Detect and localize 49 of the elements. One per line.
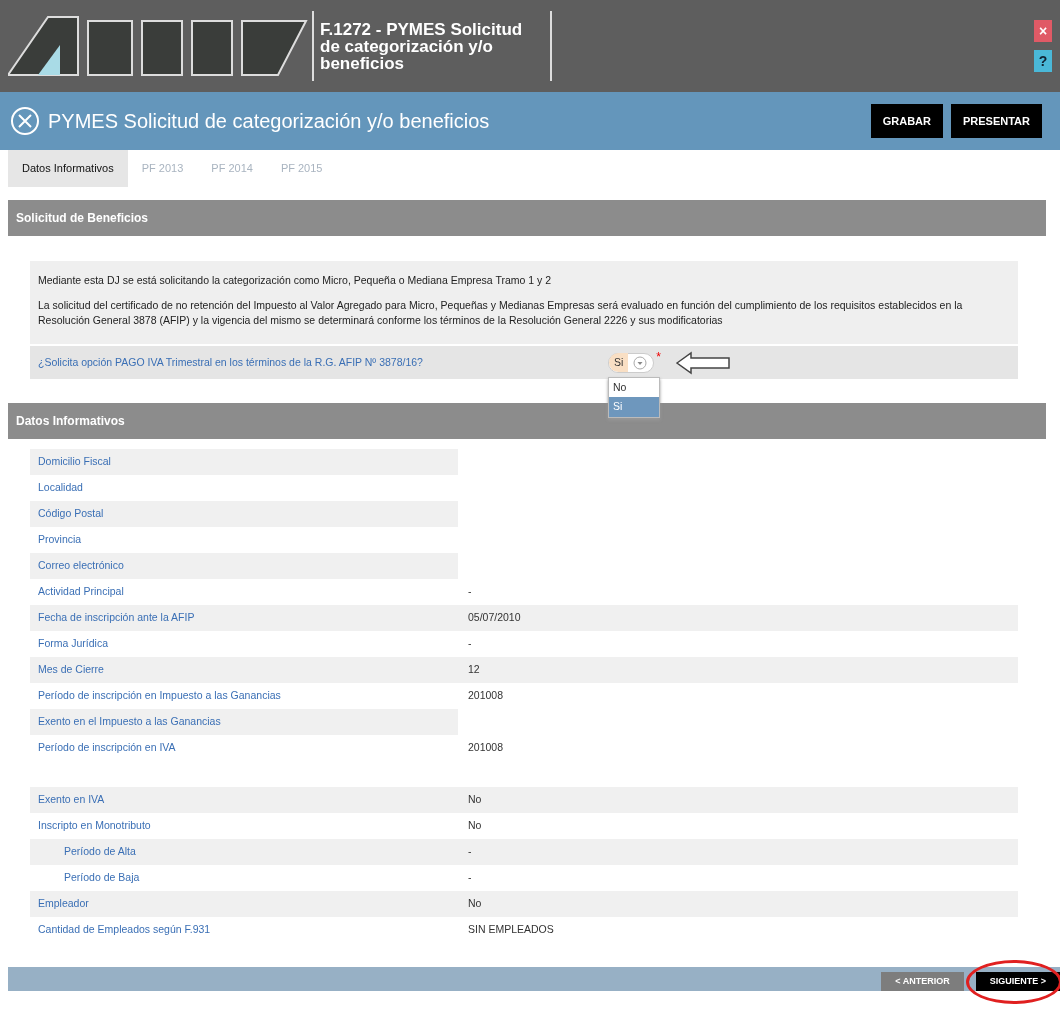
nav-button[interactable]: SIGUIENTE > xyxy=(975,972,1060,991)
field-label: Fecha de inscripción ante la AFIP xyxy=(37,610,196,626)
caret-icon xyxy=(631,355,650,370)
field-label: Período de Baja xyxy=(63,870,141,886)
question-label: ¿Solicita opción PAGO IVA Trimestral en los términos de la R.G. AFIP Nº 3878/16? xyxy=(38,354,424,370)
help-button[interactable]: ? xyxy=(1034,50,1052,72)
field-label: Localidad xyxy=(37,480,84,496)
field-value: 12 xyxy=(467,662,480,678)
section-header: Solicitud de Beneficios xyxy=(8,200,1046,236)
page-title: PYMES Solicitud de categorización y/o beneficios xyxy=(48,109,490,134)
action-button[interactable]: PRESENTAR xyxy=(950,103,1042,139)
field-label: Actividad Principal xyxy=(37,584,125,600)
field-label: Correo electrónico xyxy=(37,558,125,574)
field-label: Empleador xyxy=(37,896,90,912)
field-value: 201008 xyxy=(467,740,504,756)
field-label: Período de inscripción en IVA xyxy=(37,740,177,756)
close-icon[interactable] xyxy=(10,106,40,136)
field-value: 05/07/2010 xyxy=(467,610,521,626)
field-value: No xyxy=(467,818,482,834)
nav-button[interactable]: < ANTERIOR xyxy=(881,972,964,991)
field-label: Código Postal xyxy=(37,506,105,522)
form-title: F.1272 - PYMES Solicitud de categorización y/o beneficios xyxy=(320,20,523,72)
select-field[interactable]: Si xyxy=(608,352,655,373)
dropdown-option[interactable]: No xyxy=(609,377,659,398)
field-label: Exento en el Impuesto a las Ganancias xyxy=(37,714,222,730)
field-label: Período de inscripción en Impuesto a las Ganancias xyxy=(37,688,282,704)
arrow-drawing xyxy=(675,350,731,375)
field-label: Período de Alta xyxy=(63,844,137,860)
field-value: - xyxy=(467,584,472,600)
field-value: 201008 xyxy=(467,688,504,704)
field-label: Inscripto en Monotributo xyxy=(37,818,152,834)
paragraph: La solicitud del certificado de no retención del Impuesto al Valor Agregado para Micro, Pequeñas y Medianas Empresas será evaluado en función del cumplimiento de los requisitos establecidos en la Resolución General 3878 (AFIP) y la vigencia del mismo se determinará conforme los términos de la Resolución General 2226 y sus modificatorias xyxy=(38,298,964,328)
field-value: No xyxy=(467,792,482,808)
field-value: SIN EMPLEADOS xyxy=(467,922,554,938)
field-label: Exento en IVA xyxy=(37,792,106,808)
field-value: - xyxy=(467,844,472,860)
paragraph: Mediante esta DJ se está solicitando la categorización como Micro, Pequeña o Mediana Empresa Tramo 1 y 2 xyxy=(38,273,552,288)
field-label: Cantidad de Empleados según F.931 xyxy=(37,922,212,938)
field-value: No xyxy=(467,896,482,912)
field-label: Mes de Cierre xyxy=(37,662,105,678)
field-label: Provincia xyxy=(37,532,83,548)
field-value: - xyxy=(467,870,472,886)
field-value: - xyxy=(467,636,472,652)
field-label: Forma Jurídica xyxy=(37,636,110,652)
field-label: Domicilio Fiscal xyxy=(37,454,112,470)
action-button[interactable]: GRABAR xyxy=(870,103,943,139)
required-mark: * xyxy=(656,348,661,366)
close-button[interactable]: × xyxy=(1034,20,1052,42)
tab[interactable]: Datos Informativos xyxy=(8,150,128,187)
